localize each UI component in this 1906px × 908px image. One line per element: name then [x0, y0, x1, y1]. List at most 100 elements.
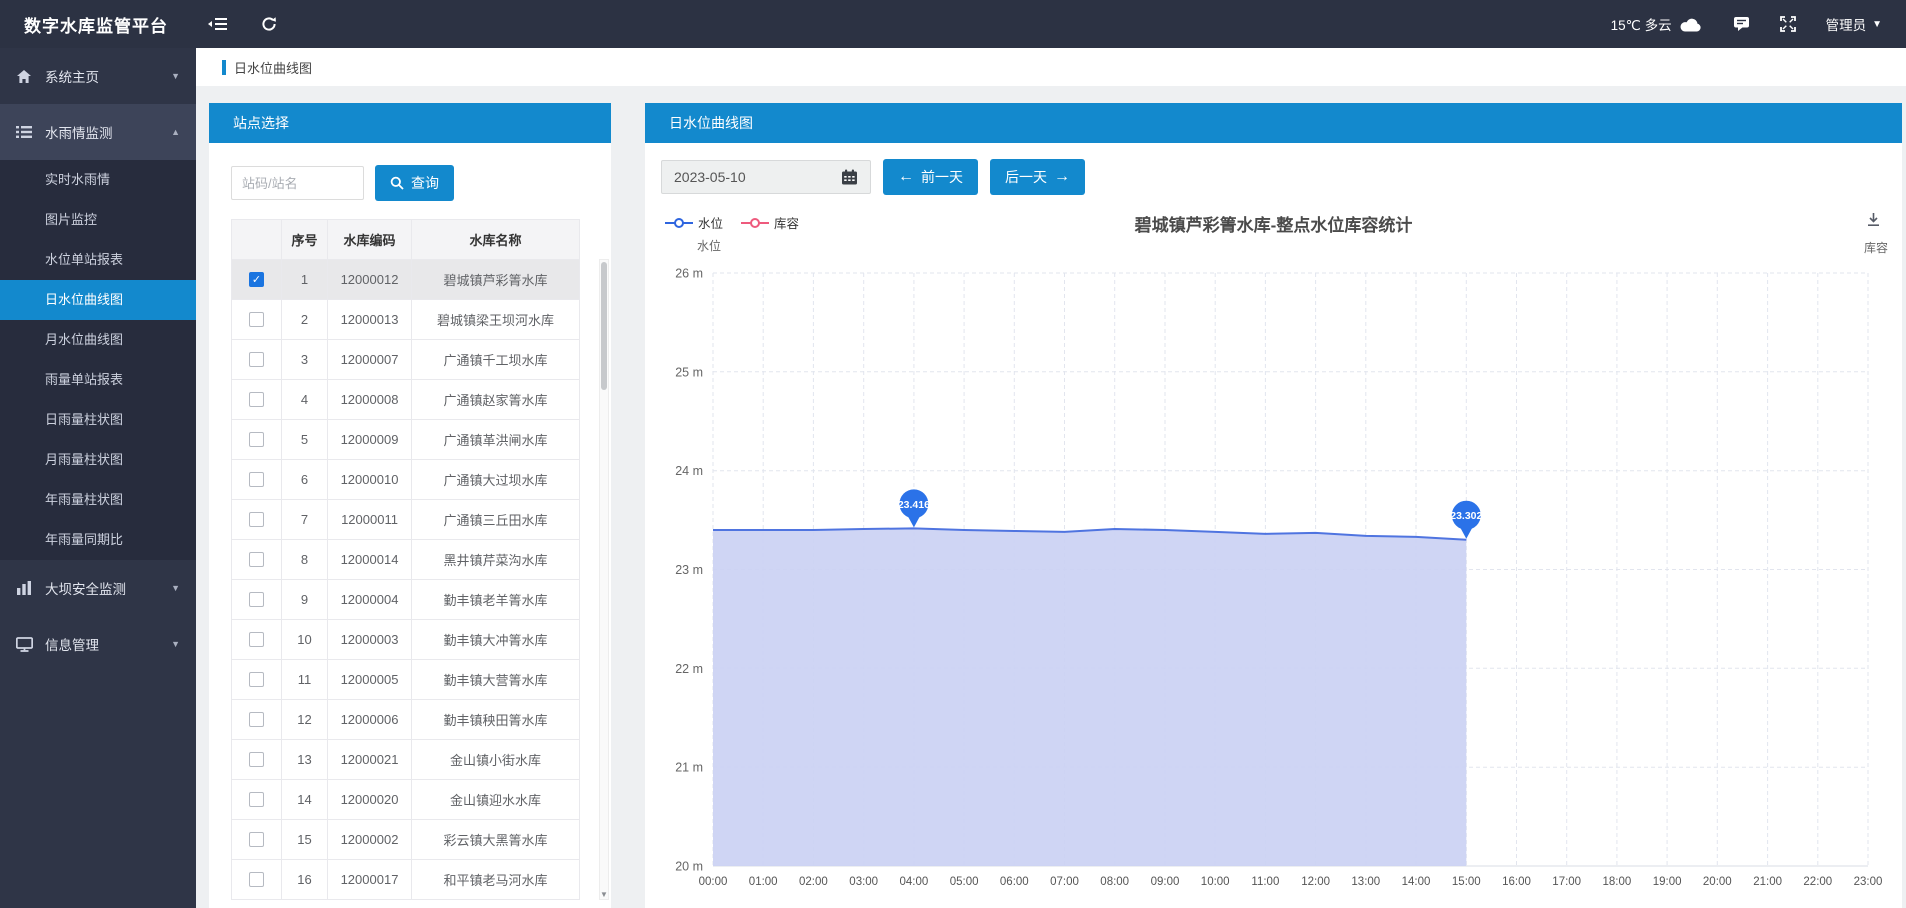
row-checkbox[interactable]	[249, 352, 264, 367]
cell-code: 12000005	[328, 660, 412, 700]
sidebar-item-info-management[interactable]: 信息管理▼	[0, 616, 196, 672]
sidebar-subitem-yearly-rainfall-bar[interactable]: 年雨量柱状图	[0, 480, 196, 520]
row-checkbox[interactable]	[249, 552, 264, 567]
cell-checkbox	[232, 580, 282, 620]
station-panel-title: 站点选择	[209, 103, 611, 143]
chevron-down-icon: ▼	[171, 71, 180, 81]
table-row[interactable]: 412000008广通镇赵家箐水库	[232, 380, 580, 420]
table-row[interactable]: 1412000020金山镇迎水水库	[232, 780, 580, 820]
sidebar-subitem-daily-rainfall-bar[interactable]: 日雨量柱状图	[0, 400, 196, 440]
cell-name: 勤丰镇秧田箐水库	[412, 700, 580, 740]
fullscreen-icon[interactable]	[1780, 16, 1796, 32]
row-checkbox[interactable]	[249, 672, 264, 687]
table-row[interactable]: 312000007广通镇千工坝水库	[232, 340, 580, 380]
scrollbar-thumb[interactable]	[601, 262, 607, 390]
chevron-up-icon: ▲	[171, 127, 180, 137]
cell-code: 12000021	[328, 740, 412, 780]
table-row[interactable]: 1012000003勤丰镇大冲箐水库	[232, 620, 580, 660]
table-row[interactable]: 1512000002彩云镇大黑箐水库	[232, 820, 580, 860]
row-checkbox[interactable]	[249, 832, 264, 847]
row-checkbox[interactable]	[249, 512, 264, 527]
table-scrollbar[interactable]: ▼	[599, 259, 609, 900]
sidebar-subitem-daily-water-level-curve[interactable]: 日水位曲线图	[0, 280, 196, 320]
chevron-down-icon: ▼	[171, 639, 180, 649]
table-row[interactable]: 1312000021金山镇小街水库	[232, 740, 580, 780]
next-day-button[interactable]: 后一天 →	[990, 159, 1085, 195]
row-checkbox[interactable]	[249, 472, 264, 487]
row-checkbox[interactable]	[249, 712, 264, 727]
svg-text:12:00: 12:00	[1301, 876, 1330, 888]
cell-name: 黑井镇芹菜沟水库	[412, 540, 580, 580]
table-row[interactable]: 912000004勤丰镇老羊箐水库	[232, 580, 580, 620]
station-search-input[interactable]	[231, 166, 364, 200]
chart-panel-title: 日水位曲线图	[645, 103, 1902, 143]
scrollbar-down-arrow[interactable]: ▼	[600, 890, 608, 899]
refresh-icon[interactable]	[261, 16, 277, 32]
cell-code: 12000017	[328, 860, 412, 900]
table-row[interactable]: 612000010广通镇大过坝水库	[232, 460, 580, 500]
row-checkbox[interactable]	[249, 432, 264, 447]
column-header-code: 水库编码	[328, 220, 412, 260]
svg-text:07:00: 07:00	[1050, 876, 1079, 888]
sidebar-subitem-rainfall-station-report[interactable]: 雨量单站报表	[0, 360, 196, 400]
sidebar-subitem-image-monitoring[interactable]: 图片监控	[0, 200, 196, 240]
sidebar-menu: 系统主页▼水雨情监测▲实时水雨情图片监控水位单站报表日水位曲线图月水位曲线图雨量…	[0, 48, 196, 908]
table-row[interactable]: 1112000005勤丰镇大营箐水库	[232, 660, 580, 700]
row-checkbox[interactable]	[249, 592, 264, 607]
station-select-panel: 站点选择 查询	[209, 103, 611, 908]
row-checkbox[interactable]	[249, 792, 264, 807]
sidebar-item-system-home[interactable]: 系统主页▼	[0, 48, 196, 104]
svg-text:21 m: 21 m	[675, 761, 703, 775]
cell-name: 勤丰镇老羊箐水库	[412, 580, 580, 620]
table-row[interactable]: 1612000017和平镇老马河水库	[232, 860, 580, 900]
row-checkbox[interactable]	[249, 752, 264, 767]
user-dropdown[interactable]: 管理员 ▼	[1826, 14, 1882, 34]
prev-day-button[interactable]: ← 前一天	[883, 159, 978, 195]
svg-text:18:00: 18:00	[1603, 876, 1632, 888]
download-icon[interactable]	[1865, 211, 1882, 231]
row-checkbox[interactable]	[249, 632, 264, 647]
cell-index: 12	[282, 700, 328, 740]
cell-code: 12000011	[328, 500, 412, 540]
cell-checkbox	[232, 540, 282, 580]
sidebar-subitem-monthly-rainfall-bar[interactable]: 月雨量柱状图	[0, 440, 196, 480]
svg-text:13:00: 13:00	[1351, 876, 1380, 888]
bar-chart-icon	[16, 580, 33, 597]
cell-index: 16	[282, 860, 328, 900]
breadcrumb-accent-bar	[222, 60, 226, 75]
table-row[interactable]: 1212000006勤丰镇秧田箐水库	[232, 700, 580, 740]
cell-code: 12000014	[328, 540, 412, 580]
search-button[interactable]: 查询	[375, 165, 454, 201]
cell-code: 12000002	[328, 820, 412, 860]
arrow-left-icon: ←	[898, 169, 914, 185]
table-row[interactable]: ✓112000012碧城镇芦彩箐水库	[232, 260, 580, 300]
sidebar-subitem-yearly-rainfall-compare[interactable]: 年雨量同期比	[0, 520, 196, 560]
date-picker[interactable]: 2023-05-10	[661, 160, 871, 194]
svg-text:21:00: 21:00	[1753, 876, 1782, 888]
sidebar-item-water-rain-monitoring[interactable]: 水雨情监测▲	[0, 104, 196, 160]
sidebar-item-dam-safety-monitoring[interactable]: 大坝安全监测▼	[0, 560, 196, 616]
calendar-icon[interactable]	[841, 169, 858, 185]
table-row[interactable]: 212000013碧城镇梁王坝河水库	[232, 300, 580, 340]
station-table: 序号 水库编码 水库名称 ✓112000012碧城镇芦彩箐水库212000013…	[231, 219, 580, 900]
message-icon[interactable]	[1733, 16, 1750, 32]
sidebar-subitem-realtime-water-rain[interactable]: 实时水雨情	[0, 160, 196, 200]
svg-text:23.302: 23.302	[1450, 510, 1482, 522]
cell-code: 12000008	[328, 380, 412, 420]
y-axis-name-left: 水位	[697, 237, 721, 254]
cell-name: 彩云镇大黑箐水库	[412, 820, 580, 860]
menu-collapse-icon[interactable]	[208, 16, 227, 32]
table-row[interactable]: 712000011广通镇三丘田水库	[232, 500, 580, 540]
table-row[interactable]: 512000009广通镇革洪闸水库	[232, 420, 580, 460]
svg-text:00:00: 00:00	[699, 876, 728, 888]
sidebar-subitem-monthly-water-level-curve[interactable]: 月水位曲线图	[0, 320, 196, 360]
table-row[interactable]: 812000014黑井镇芹菜沟水库	[232, 540, 580, 580]
row-checkbox[interactable]	[249, 392, 264, 407]
cell-checkbox: ✓	[232, 260, 282, 300]
row-checkbox[interactable]	[249, 872, 264, 887]
svg-text:22:00: 22:00	[1803, 876, 1832, 888]
cloud-icon	[1679, 17, 1703, 32]
sidebar-subitem-water-level-station-report[interactable]: 水位单站报表	[0, 240, 196, 280]
row-checkbox[interactable]: ✓	[249, 272, 264, 287]
row-checkbox[interactable]	[249, 312, 264, 327]
